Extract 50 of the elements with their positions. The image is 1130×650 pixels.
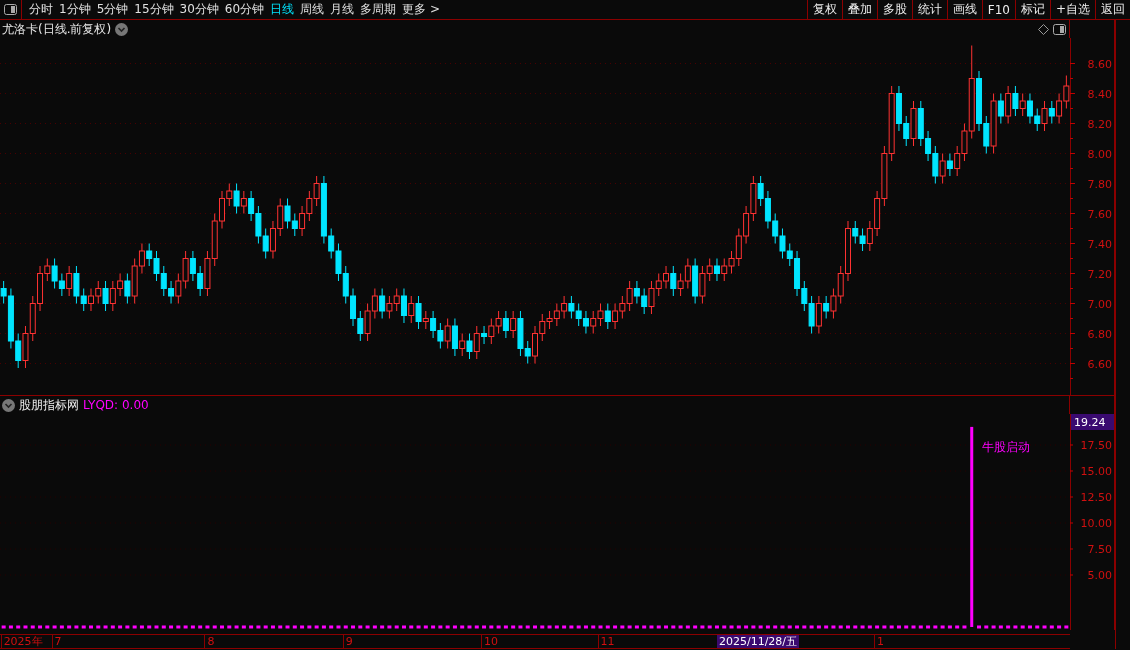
axis-label: 6.80 [1087, 327, 1112, 341]
axis-label: 8.60 [1087, 57, 1112, 71]
date-label: 1 [874, 635, 885, 648]
axis-label: 10.00 [1080, 517, 1112, 530]
signal-label: 牛股启动 [981, 440, 1030, 454]
toolbar-button[interactable]: 叠加 [841, 0, 877, 19]
date-label: 9 [342, 635, 353, 648]
toolbar-button[interactable]: +自选 [1049, 0, 1095, 19]
axis-label: 6.60 [1087, 357, 1112, 371]
period-tab[interactable]: 多周期 [357, 0, 400, 19]
axis-label: 15.00 [1080, 465, 1112, 478]
axis-label: 5.00 [1087, 569, 1112, 582]
period-tab[interactable]: 30分钟 [176, 0, 222, 19]
axis-label: 8.20 [1087, 117, 1112, 131]
axis-label: 7.40 [1087, 237, 1112, 251]
axis-label: 7.00 [1087, 297, 1112, 311]
toolbar-button[interactable]: 标记 [1014, 0, 1050, 19]
period-tab[interactable]: 15分钟 [131, 0, 177, 19]
axis-label: 7.80 [1087, 177, 1112, 191]
period-tab[interactable]: 5分钟 [93, 0, 132, 19]
period-tab[interactable]: 周线 [297, 0, 328, 19]
axis-label: 8.00 [1087, 147, 1112, 161]
axis-label: 7.60 [1087, 207, 1112, 221]
period-tab[interactable]: 更多 > [399, 0, 443, 19]
max-value-label: 19.24 [1071, 414, 1114, 430]
indicator-name: 股朋指标网 [19, 396, 79, 414]
period-tab[interactable]: 1分钟 [56, 0, 94, 19]
chart-title: 尤洛卡(日线.前复权) [2, 20, 112, 38]
toolbar-button[interactable]: 返回 [1095, 0, 1130, 19]
axis-label: 7.50 [1087, 543, 1112, 556]
date-label: 2025年 [0, 635, 43, 648]
period-tab[interactable]: 日线 [267, 0, 298, 19]
axis-label: 7.20 [1087, 267, 1112, 281]
toolbar-button[interactable]: 多股 [876, 0, 912, 19]
period-tab[interactable]: 60分钟 [221, 0, 268, 19]
axis-label: 17.50 [1080, 439, 1112, 452]
date-label: 11 [597, 635, 615, 648]
indicator-reading: LYQD: 0.00 [83, 398, 149, 412]
toolbar-button[interactable]: F10 [981, 0, 1015, 19]
toolbar-button[interactable]: 统计 [911, 0, 947, 19]
axis-label: 12.50 [1080, 491, 1112, 504]
period-tab[interactable]: 分时 [26, 0, 56, 19]
toolbar-button[interactable]: 复权 [806, 0, 842, 19]
toolbar-button[interactable]: 画线 [946, 0, 982, 19]
axis-label: 8.40 [1087, 87, 1112, 101]
cursor-date-label: 2025/11/28/五 [716, 635, 800, 648]
date-label: 10 [481, 635, 499, 648]
date-label: 7 [51, 635, 62, 648]
period-tab[interactable]: 月线 [327, 0, 358, 19]
date-label: 8 [204, 635, 215, 648]
